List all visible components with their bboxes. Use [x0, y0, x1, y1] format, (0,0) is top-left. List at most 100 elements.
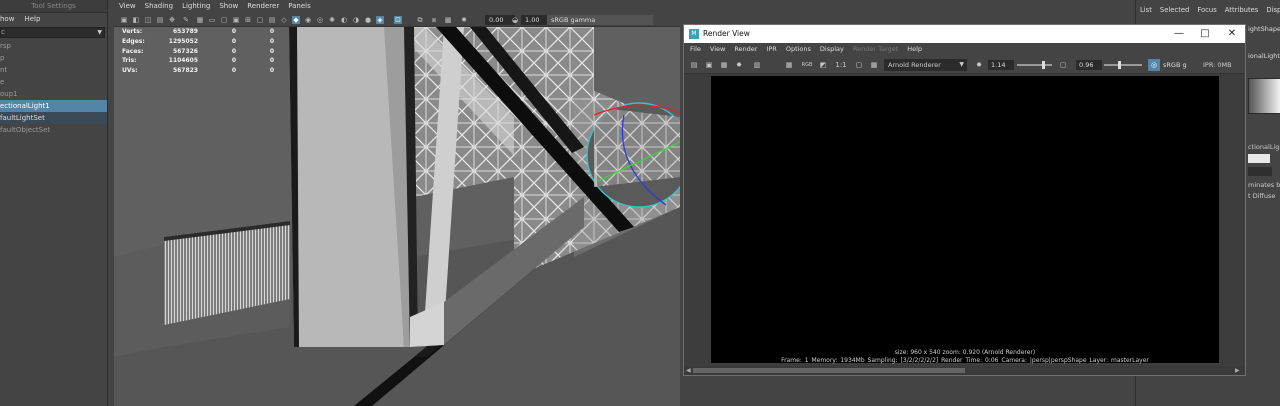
use-all-lights-icon[interactable]: ✺	[328, 16, 336, 24]
grid-icon[interactable]: ▦	[196, 16, 204, 24]
resolution-gate-icon[interactable]: ▢	[220, 16, 228, 24]
ae-menu-list[interactable]: List	[1140, 0, 1152, 20]
rv-menu-options[interactable]: Options	[786, 43, 811, 56]
film-gate-icon[interactable]: ▭	[208, 16, 216, 24]
exposure-icon[interactable]: ✹	[974, 60, 984, 70]
render-settings-icon[interactable]: ▦	[869, 60, 879, 70]
2d-pan-zoom-icon[interactable]: ✥	[168, 16, 176, 24]
3d-scene[interactable]	[114, 27, 680, 406]
render-view-scrollbar[interactable]: ◀ ▶	[684, 366, 1245, 375]
xray-active-icon[interactable]: ⧈	[430, 16, 438, 24]
exposure-icon[interactable]: ✹	[460, 16, 468, 24]
outliner-item[interactable]: p	[0, 52, 107, 64]
rgb-channel-icon[interactable]: RGB	[800, 60, 814, 70]
outliner-item[interactable]: e	[0, 76, 107, 88]
rv-menu-ipr[interactable]: IPR	[766, 43, 776, 56]
color-management-toggle[interactable]: ◎	[1148, 59, 1160, 71]
outliner-item[interactable]: oup1	[0, 88, 107, 100]
rv-menu-help[interactable]: Help	[907, 43, 922, 56]
outliner-menu-help[interactable]: Help	[24, 13, 40, 25]
outliner-item-selected[interactable]: ectionalLight1	[0, 100, 107, 112]
viewport-menu-renderer[interactable]: Renderer	[247, 0, 279, 13]
ae-menu-display[interactable]: Display	[1266, 0, 1280, 20]
outliner-item[interactable]: faultObjectSet	[0, 124, 107, 136]
scroll-left-icon[interactable]: ◀	[686, 366, 691, 375]
outliner-item[interactable]: rsp	[0, 40, 107, 52]
hud-key: Tris:	[122, 57, 137, 65]
ae-node-name-field[interactable]: ionalLightSh	[1248, 51, 1280, 61]
hud-row-verts: Verts: 653789 0 0	[122, 27, 274, 37]
render-view-titlebar[interactable]: M Render View — □ ✕	[684, 25, 1245, 43]
wireframe-icon[interactable]: ◇	[280, 16, 288, 24]
viewport-menu-lighting[interactable]: Lighting	[182, 0, 210, 13]
bookmark-icon[interactable]: ◫	[144, 16, 152, 24]
light-color-swatch[interactable]	[1248, 154, 1270, 163]
ae-node-tab[interactable]: ightShape1	[1248, 23, 1280, 35]
scrollbar-thumb[interactable]	[693, 368, 965, 373]
smooth-shade-icon[interactable]: ◆	[292, 16, 300, 24]
scroll-right-icon[interactable]: ▶	[1235, 366, 1240, 375]
screen-space-ao-icon[interactable]: ◑	[352, 16, 360, 24]
shadows-icon[interactable]: ◐	[340, 16, 348, 24]
isolate-select-icon[interactable]: ⊡	[394, 16, 402, 24]
redo-render-icon[interactable]: ▤	[689, 60, 699, 70]
safe-title-icon[interactable]: ▤	[268, 16, 276, 24]
default-material-icon[interactable]: ◉	[304, 16, 312, 24]
chevron-down-icon[interactable]: ▼	[97, 28, 102, 37]
image-plane-icon[interactable]: ▤	[156, 16, 164, 24]
rv-gamma-field[interactable]: 0.96	[1076, 60, 1102, 70]
minimize-icon[interactable]: —	[1166, 25, 1192, 43]
alpha-icon[interactable]: ◩	[818, 60, 828, 70]
rv-menu-file[interactable]: File	[690, 43, 701, 56]
rv-menu-display[interactable]: Display	[820, 43, 844, 56]
outliner-filter-input[interactable]: c ▼	[0, 27, 105, 38]
rv-view-icon[interactable]: ▢	[1058, 60, 1068, 70]
rv-exposure-slider[interactable]	[1017, 64, 1052, 66]
refresh-ipr-icon[interactable]: ▥	[752, 60, 762, 70]
rv-menu-render[interactable]: Render	[734, 43, 757, 56]
renderer-dropdown[interactable]: Arnold Renderer ▼	[884, 59, 967, 71]
render-canvas[interactable]: size: 960 x 540 zoom: 0.920 (Arnold Rend…	[711, 76, 1219, 364]
field-chart-icon[interactable]: ⊞	[244, 16, 252, 24]
intensity-field[interactable]	[1248, 167, 1272, 176]
xray-joints-icon[interactable]: ▩	[444, 16, 452, 24]
viewport-menu-show[interactable]: Show	[219, 0, 238, 13]
viewport-menu-panels[interactable]: Panels	[288, 0, 311, 13]
xray-icon[interactable]: ⧉	[416, 16, 424, 24]
viewport-panel[interactable]: View Shading Lighting Show Renderer Pane…	[114, 0, 680, 406]
multisample-aa-icon[interactable]: ◈	[376, 16, 384, 24]
ae-menu-focus[interactable]: Focus	[1197, 0, 1216, 20]
color-space-dropdown[interactable]: sRGB gamma	[547, 15, 653, 25]
close-icon[interactable]: ✕	[1219, 25, 1245, 43]
grease-pencil-icon[interactable]: ✎	[182, 16, 190, 24]
snapshot-icon[interactable]: ▦	[719, 60, 729, 70]
rv-gamma-slider[interactable]	[1104, 64, 1142, 66]
outliner-item[interactable]: faultLightSet	[0, 112, 107, 124]
rv-gamma-handle[interactable]	[1118, 61, 1121, 69]
ae-section-label[interactable]: ctionalLight	[1248, 143, 1280, 151]
motion-blur-icon[interactable]: ●	[364, 16, 372, 24]
display-icon[interactable]: ▢	[854, 60, 864, 70]
maximize-icon[interactable]: □	[1192, 25, 1218, 43]
select-camera-icon[interactable]: ▣	[120, 16, 128, 24]
camera-attributes-icon[interactable]: ◧	[132, 16, 140, 24]
rv-color-space-label[interactable]: sRGB g	[1163, 56, 1187, 74]
viewport-menu-view[interactable]: View	[119, 0, 136, 13]
rv-exposure-field[interactable]: 1.14	[988, 60, 1014, 70]
real-size-icon[interactable]: 1:1	[834, 60, 848, 70]
ae-menu-attributes[interactable]: Attributes	[1225, 0, 1259, 20]
gate-mask-icon[interactable]: ▣	[232, 16, 240, 24]
ipr-render-icon[interactable]: ✸	[734, 60, 744, 70]
ae-menu-selected[interactable]: Selected	[1160, 0, 1189, 20]
textured-icon[interactable]: ◎	[316, 16, 324, 24]
keep-image-icon[interactable]: ▦	[784, 60, 794, 70]
safe-action-icon[interactable]: ▢	[256, 16, 264, 24]
render-region-icon[interactable]: ▣	[704, 60, 714, 70]
outliner-item[interactable]: nt	[0, 64, 107, 76]
gamma-icon[interactable]: ◒	[511, 16, 519, 24]
rv-menu-view[interactable]: View	[710, 43, 725, 56]
tool-settings-tab[interactable]: Tool Settings	[0, 0, 107, 13]
outliner-menu-show[interactable]: how	[0, 13, 14, 25]
viewport-menu-shading[interactable]: Shading	[145, 0, 173, 13]
rv-exposure-handle[interactable]	[1042, 61, 1045, 69]
